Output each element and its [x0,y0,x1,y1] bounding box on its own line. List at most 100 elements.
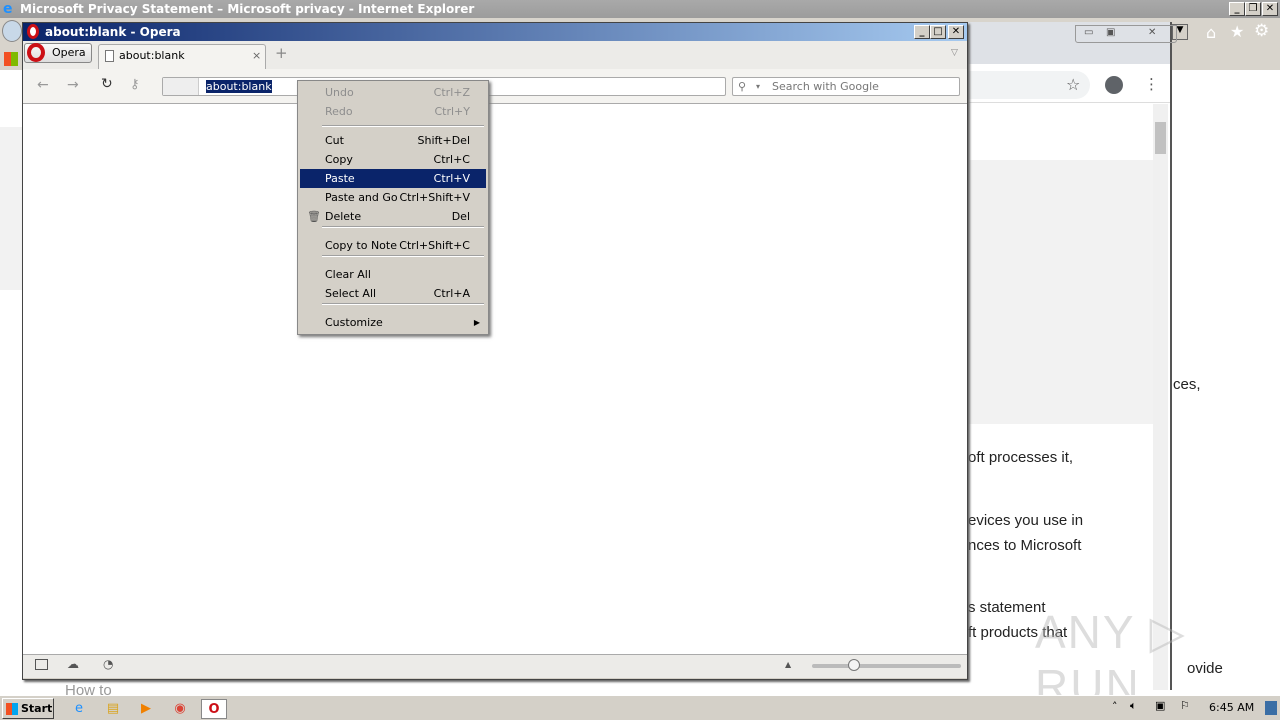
submenu-arrow-icon: ▶ [473,318,480,327]
search-icon: ⚲ [738,80,747,93]
windows-logo-icon [6,703,18,715]
clock[interactable]: 6:45 AM [1209,701,1254,714]
menu-item-label: Paste [325,172,355,185]
menu-item-undo[interactable]: Undo Ctrl+Z [300,83,486,102]
menu-item-paste[interactable]: Paste Ctrl+V [300,169,486,188]
address-input-value[interactable]: about:blank [206,80,272,93]
tab-label: about:blank [119,49,185,62]
cloud-icon[interactable]: ☁ [67,657,79,671]
menu-item-label: Redo [325,105,353,118]
bookmark-star-icon[interactable]: ☆ [1066,75,1080,94]
menu-item-select-all[interactable]: Select All Ctrl+A [300,284,486,303]
opera-menu-button[interactable]: Opera [24,43,92,63]
opera-menu-label: Opera [52,46,86,59]
menu-item-shortcut: Del [451,210,470,223]
chrome-close-icon[interactable]: ✕ [1148,27,1156,38]
ie-close-button[interactable]: ✕ [1262,2,1278,16]
context-menu: Undo Ctrl+Z Redo Ctrl+Y Cut Shift+Del Copy Ctrl… [297,80,489,335]
chrome-text-fragment: s statement [968,599,1046,616]
opera-title-bar: about:blank - Opera _ □ ✕ [23,23,967,41]
start-button[interactable]: Start [2,698,54,719]
taskbar-chrome-icon[interactable]: ◉ [167,699,193,719]
chrome-maximize-icon[interactable]: ▣ [1106,27,1115,38]
settings-gear-icon[interactable]: ⚙ [1254,21,1269,41]
opera-window-title: about:blank - Opera [45,25,181,39]
back-arrow-icon[interactable]: ← [37,77,49,93]
menu-separator [322,303,484,305]
menu-item-redo[interactable]: Redo Ctrl+Y [300,102,486,121]
menu-item-paste-and-go[interactable]: Paste and Go Ctrl+Shift+V [300,188,486,207]
taskbar-explorer-icon[interactable]: ▤ [100,699,126,719]
tab-about-blank[interactable]: about:blank × [98,44,266,69]
opera-status-bar: ☁ ◔ ▲ [23,654,967,678]
reload-icon[interactable]: ↻ [101,76,113,92]
volume-icon[interactable]: 🔈︎ [1130,699,1137,713]
opera-maximize-button[interactable]: □ [930,25,946,39]
menu-item-label: Select All [325,287,377,300]
taskbar-media-player-icon[interactable]: ▶ [133,699,159,719]
menu-item-shortcut: Ctrl+Shift+V [399,191,470,204]
trash-icon: 🗑︎ [307,210,321,223]
action-center-flag-icon[interactable]: ⚐ [1180,699,1190,712]
search-field[interactable]: ⚲ ▾ Search with Google [732,77,960,96]
microsoft-logo-icon [4,52,18,66]
menu-item-delete[interactable]: 🗑︎ Delete Del [300,207,486,226]
network-icon[interactable]: ▣ [1155,699,1165,712]
opera-minimize-button[interactable]: _ [914,25,930,39]
menu-item-label: Copy [325,153,353,166]
ie-text-fragment: ces, [1173,376,1201,393]
forward-arrow-icon[interactable]: → [67,77,79,93]
menu-item-copy[interactable]: Copy Ctrl+C [300,150,486,169]
show-desktop-button[interactable] [1265,701,1277,715]
menu-item-shortcut: Ctrl+Z [433,86,470,99]
tab-close-icon[interactable]: × [252,45,261,67]
taskbar-ie-icon[interactable]: e [66,699,92,719]
search-engine-dropdown-icon[interactable]: ▾ [756,78,760,95]
menu-item-customize[interactable]: Customize ▶ [300,313,486,332]
zoom-slider-handle[interactable] [848,659,860,671]
zoom-up-icon[interactable]: ▲ [785,660,791,669]
menu-item-shortcut: Ctrl+Shift+C [399,239,470,252]
home-icon[interactable]: ⌂ [1206,23,1216,42]
opera-tab-bar: Opera about:blank × + ▽ [23,41,967,69]
favorites-star-icon[interactable]: ★ [1230,22,1244,41]
menu-item-shortcut: Ctrl+C [433,153,470,166]
opera-close-button[interactable]: ✕ [948,25,964,39]
menu-item-cut[interactable]: Cut Shift+Del [300,131,486,150]
menu-item-clear-all[interactable]: Clear All [300,265,486,284]
zoom-slider[interactable] [812,659,961,671]
new-tab-plus-icon[interactable]: + [275,44,288,62]
key-icon[interactable]: ⚷ [130,77,140,92]
menu-item-copy-to-note[interactable]: Copy to Note Ctrl+Shift+C [300,236,486,255]
tab-list-chevron-icon[interactable]: ▽ [951,48,958,58]
ie-logo-icon: e [3,1,13,17]
menu-item-label: Undo [325,86,354,99]
taskbar-opera-icon[interactable]: O [201,699,227,719]
menu-item-shortcut: Ctrl+Y [434,105,470,118]
page-icon [105,50,114,62]
ie-restore-button[interactable]: ❐ [1245,2,1261,16]
ie-title-bar: e Microsoft Privacy Statement – Microsof… [0,0,1280,18]
chrome-text-fragment: oft processes it, [968,449,1074,466]
opera-page-content [23,104,967,654]
menu-item-label: Customize [325,316,383,329]
opera-window: about:blank - Opera _ □ ✕ Opera about:bl… [22,22,968,680]
taskbar: Start e ▤ ▶ ◉ O ˄ 🔈︎ ▣ ⚐ 6:45 AM [0,695,1280,720]
panel-toggle-icon[interactable] [35,659,48,670]
menu-item-shortcut: Ctrl+V [433,172,470,185]
profile-avatar-icon[interactable] [1105,76,1123,94]
chrome-menu-icon[interactable]: ⋮ [1144,75,1159,93]
chrome-scrollbar[interactable] [1153,104,1168,690]
ie-back-button[interactable] [2,20,22,42]
tray-expand-icon[interactable]: ˄ [1112,700,1118,713]
menu-item-label: Clear All [325,268,371,281]
opera-logo-icon [27,24,39,39]
menu-item-label: Paste and Go [325,191,398,204]
chrome-minimize-icon[interactable]: ▭ [1084,27,1093,38]
speed-dial-icon[interactable]: ◔ [103,657,113,671]
menu-item-shortcut: Ctrl+A [433,287,470,300]
menu-item-label: Cut [325,134,344,147]
opera-nav-bar: ← → ↻ ⚷ about:blank ⚲ ▾ Search with Goog… [23,69,967,104]
chrome-text-fragment: nces to Microsoft [968,537,1082,554]
ie-minimize-button[interactable]: _ [1229,2,1245,16]
